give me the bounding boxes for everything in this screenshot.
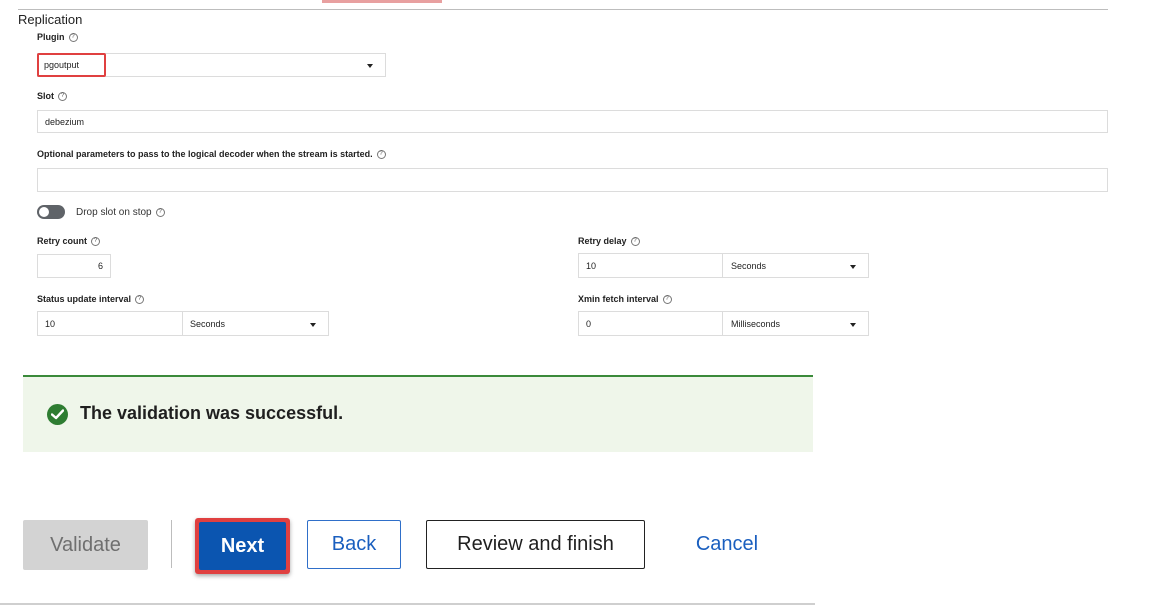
checkmark-icon <box>47 404 68 425</box>
chevron-down-icon <box>310 322 316 327</box>
retry-delay-unit[interactable]: Seconds <box>731 261 766 271</box>
status-interval-unit[interactable]: Seconds <box>190 319 225 329</box>
field-divider <box>722 312 723 335</box>
help-icon[interactable]: ? <box>68 33 78 43</box>
help-icon[interactable]: ? <box>58 92 67 102</box>
xmin-interval-label: Xmin fetch interval? <box>578 294 672 305</box>
retry-delay-label: Retry delay? <box>578 236 640 247</box>
bottom-divider <box>0 603 815 605</box>
help-icon[interactable]: ? <box>376 150 386 160</box>
drop-slot-label: Drop slot on stop? <box>76 207 165 218</box>
field-divider <box>182 312 183 335</box>
plugin-label-text: Plugin <box>37 32 65 42</box>
status-interval-input[interactable]: 10 Seconds <box>37 311 329 336</box>
section-title: Replication <box>18 12 83 27</box>
plugin-label: Plugin? <box>37 32 78 43</box>
chevron-down-icon <box>850 264 856 269</box>
back-button[interactable]: Back <box>307 520 401 569</box>
decoder-params-label: Optional parameters to pass to the logic… <box>37 149 386 160</box>
help-icon[interactable]: ? <box>135 295 145 305</box>
retry-delay-label-text: Retry delay <box>578 236 627 246</box>
retry-delay-input[interactable]: 10 Seconds <box>578 253 869 278</box>
slot-value: debezium <box>45 116 85 127</box>
xmin-interval-input[interactable]: 0 Milliseconds <box>578 311 869 336</box>
validation-message: The validation was successful. <box>80 403 344 423</box>
status-interval-value: 10 <box>45 318 56 329</box>
help-icon[interactable]: ? <box>662 295 672 305</box>
retry-count-value: 6 <box>97 261 103 271</box>
next-button[interactable]: Next <box>199 522 286 570</box>
drop-slot-toggle[interactable] <box>37 205 65 219</box>
top-divider <box>18 9 1108 10</box>
xmin-interval-label-text: Xmin fetch interval <box>578 294 659 304</box>
help-icon[interactable]: ? <box>91 237 101 247</box>
retry-count-input[interactable]: 6 <box>37 254 111 278</box>
slot-label-text: Slot <box>37 91 54 101</box>
retry-count-label-text: Retry count <box>37 236 88 246</box>
help-icon[interactable]: ? <box>155 207 165 217</box>
validate-button[interactable]: Validate <box>23 520 148 570</box>
decoder-params-label-text: Optional parameters to pass to the logic… <box>37 149 373 159</box>
cancel-button[interactable]: Cancel <box>672 520 782 569</box>
chevron-down-icon <box>367 64 373 68</box>
xmin-interval-unit[interactable]: Milliseconds <box>731 319 780 329</box>
drop-slot-label-text: Drop slot on stop <box>76 207 152 218</box>
decoder-params-input[interactable] <box>37 168 1108 192</box>
retry-delay-value: 10 <box>586 260 597 271</box>
retry-count-label: Retry count? <box>37 236 101 247</box>
chevron-down-icon <box>850 322 856 327</box>
xmin-interval-value: 0 <box>586 318 592 329</box>
help-icon[interactable]: ? <box>630 237 640 247</box>
slot-input[interactable]: debezium <box>37 110 1108 133</box>
status-interval-label: Status update interval? <box>37 294 145 305</box>
slot-label: Slot? <box>37 91 67 102</box>
button-separator <box>171 520 172 568</box>
status-interval-label-text: Status update interval <box>37 294 132 304</box>
plugin-highlight-box <box>37 53 106 77</box>
top-highlight-remnant <box>322 0 442 3</box>
field-divider <box>722 254 723 277</box>
review-and-finish-button[interactable]: Review and finish <box>426 520 645 569</box>
